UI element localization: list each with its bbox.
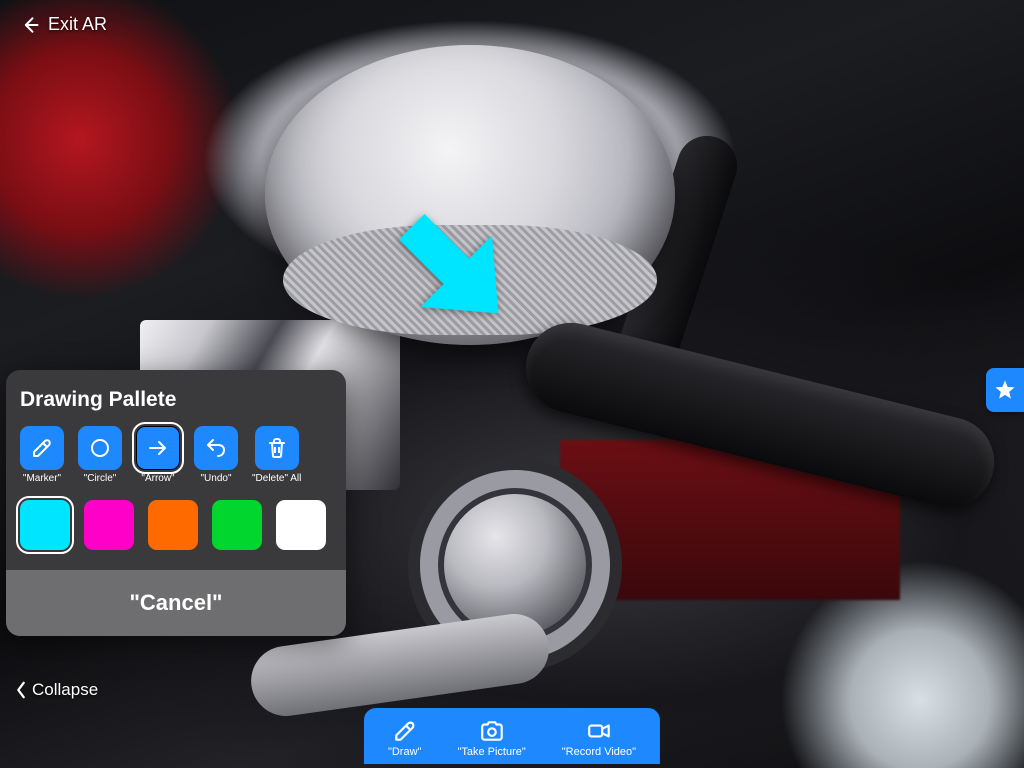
tool-undo-label: "Undo" — [200, 473, 231, 484]
record-video-button[interactable]: "Record Video" — [546, 714, 652, 760]
exit-ar-button[interactable]: Exit AR — [14, 10, 113, 39]
pen-icon — [390, 718, 420, 744]
trash-icon — [265, 436, 289, 460]
camera-icon — [477, 718, 507, 744]
arrow-right-icon — [146, 436, 170, 460]
star-icon — [993, 378, 1017, 402]
video-icon — [584, 718, 614, 744]
record-video-label: "Record Video" — [562, 746, 636, 758]
tool-delete-label: "Delete" All — [252, 473, 301, 484]
exit-ar-label: Exit AR — [48, 14, 107, 35]
collapse-label: Collapse — [32, 680, 98, 700]
drawing-palette-panel: Drawing Pallete "Marker" "Circle" "Arrow… — [6, 370, 346, 636]
tool-marker-label: "Marker" — [23, 473, 61, 484]
tool-row: "Marker" "Circle" "Arrow" "Undo" "Delete… — [6, 426, 346, 496]
ar-camera-view: Exit AR Drawing Pallete "Marker" "Circle… — [0, 0, 1024, 768]
favorites-tab[interactable] — [986, 368, 1024, 412]
tool-circle[interactable]: "Circle" — [78, 426, 122, 484]
draw-button[interactable]: "Draw" — [372, 714, 437, 760]
tool-arrow-label: "Arrow" — [141, 473, 174, 484]
swatch-orange[interactable] — [148, 500, 198, 550]
take-picture-button[interactable]: "Take Picture" — [441, 714, 541, 760]
cancel-button[interactable]: "Cancel" — [6, 570, 346, 636]
chevron-left-icon — [14, 681, 28, 699]
arrow-left-icon — [20, 15, 40, 35]
bottom-toolbar: "Draw" "Take Picture" "Record Video" — [364, 708, 660, 764]
draw-label: "Draw" — [388, 746, 421, 758]
tool-delete-all[interactable]: "Delete" All — [252, 426, 301, 484]
swatch-cyan[interactable] — [20, 500, 70, 550]
marker-icon — [30, 436, 54, 460]
swatch-white[interactable] — [276, 500, 326, 550]
tool-marker[interactable]: "Marker" — [20, 426, 64, 484]
take-picture-label: "Take Picture" — [457, 746, 525, 758]
tool-arrow[interactable]: "Arrow" — [136, 426, 180, 484]
swatch-magenta[interactable] — [84, 500, 134, 550]
color-row — [6, 496, 346, 570]
circle-icon — [88, 436, 112, 460]
swatch-green[interactable] — [212, 500, 262, 550]
collapse-button[interactable]: Collapse — [10, 676, 102, 704]
tool-undo[interactable]: "Undo" — [194, 426, 238, 484]
undo-icon — [204, 436, 228, 460]
tool-circle-label: "Circle" — [84, 473, 117, 484]
palette-title: Drawing Pallete — [6, 370, 346, 426]
